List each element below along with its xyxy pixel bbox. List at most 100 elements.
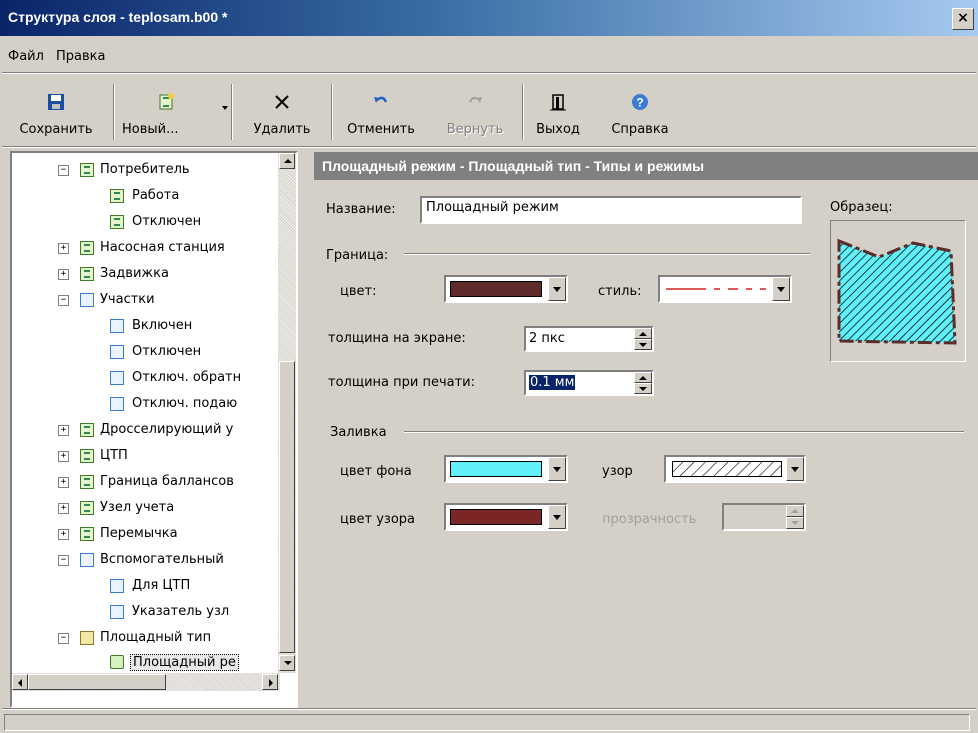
collapse-icon[interactable]: − [58, 555, 69, 566]
tree-item-label: Отключен [132, 344, 202, 359]
redo-arrow-icon [469, 96, 482, 103]
spin-down-icon[interactable] [634, 339, 652, 350]
layer-icon [80, 423, 94, 437]
save-label: Сохранить [19, 122, 93, 137]
toolbar-separator [331, 84, 333, 140]
sample-preview [830, 220, 966, 362]
menu-file[interactable]: Файл [8, 49, 44, 64]
dropdown-arrow-icon[interactable] [772, 277, 790, 301]
status-bar [0, 712, 978, 733]
expand-icon[interactable]: + [58, 425, 69, 436]
scroll-thumb[interactable] [279, 361, 295, 653]
save-button[interactable]: Сохранить [0, 78, 112, 146]
expand-icon[interactable]: + [58, 451, 69, 462]
spin-down-icon[interactable] [786, 517, 804, 529]
menu-divider [2, 72, 976, 74]
delete-button[interactable]: Удалить [234, 78, 330, 146]
expand-icon[interactable]: + [58, 243, 69, 254]
tree-item-label: Отключ. обратн [132, 370, 242, 385]
undo-arrow-icon [374, 96, 388, 103]
expand-icon[interactable]: + [58, 503, 69, 514]
title-bar[interactable]: Структура слоя - teplosam.b00 * × [0, 0, 978, 36]
scroll-left-button[interactable] [12, 674, 28, 690]
svg-text:?: ? [636, 96, 643, 110]
scroll-up-button[interactable] [279, 153, 295, 169]
help-button[interactable]: ? Справка [596, 78, 684, 146]
background-color-label: цвет фона [340, 464, 412, 479]
pattern-dropdown[interactable] [664, 455, 806, 483]
spin-up-icon[interactable] [634, 328, 652, 339]
thickness-print-spinner[interactable]: 0.1 мм [524, 370, 654, 396]
toolbar-separator [522, 84, 524, 140]
new-dropdown-icon[interactable] [222, 106, 228, 110]
layer-icon [80, 163, 94, 177]
dropdown-arrow-icon[interactable] [786, 457, 804, 481]
line-layer-icon [110, 371, 124, 385]
transparency-label: прозрачность [602, 512, 697, 527]
arrow-right-icon [269, 679, 273, 687]
layer-icon [80, 475, 94, 489]
menu-bar: Файл Правка [0, 44, 978, 68]
menu-edit[interactable]: Правка [56, 49, 105, 64]
border-group-label: Граница: [326, 248, 389, 263]
transparency-spinner[interactable] [722, 503, 806, 531]
delete-label: Удалить [253, 122, 311, 137]
border-color-swatch [450, 281, 542, 297]
hatch-pattern-icon [672, 461, 782, 477]
background-color-dropdown[interactable] [444, 455, 568, 483]
new-button[interactable]: Новый... [116, 78, 216, 146]
delete-x-icon [275, 95, 289, 109]
scroll-down-button[interactable] [279, 655, 295, 671]
line-style-preview [666, 288, 766, 290]
dropdown-arrow-icon[interactable] [548, 505, 566, 529]
pattern-color-dropdown[interactable] [444, 503, 568, 531]
dropdown-arrow-icon[interactable] [548, 277, 566, 301]
thickness-print-label: толщина при печати: [328, 375, 476, 390]
line-style-dropdown[interactable] [658, 275, 792, 303]
fill-group-line [404, 431, 964, 433]
tree-item-label: Вспомогательный [100, 552, 224, 567]
layer-icon [80, 449, 94, 463]
collapse-icon[interactable]: − [58, 165, 69, 176]
expand-icon[interactable]: + [58, 529, 69, 540]
tree-vertical-scrollbar[interactable] [278, 153, 296, 673]
collapse-icon[interactable]: − [58, 633, 69, 644]
tree-item-label: Включен [132, 318, 193, 333]
scroll-right-button[interactable] [262, 674, 278, 690]
collapse-icon[interactable]: − [58, 295, 69, 306]
tree-item-label: Площадный ре [130, 654, 239, 671]
toolbar-divider [2, 146, 976, 148]
dropdown-arrow-icon[interactable] [548, 457, 566, 481]
new-item-icon [159, 93, 174, 110]
color-label: цвет: [340, 284, 377, 299]
tree-item-selected[interactable]: Площадный ре [58, 653, 280, 673]
layer-tree[interactable]: − Потребитель Работа Отключен + Насосная с… [10, 151, 298, 708]
line-layer-icon [110, 605, 124, 619]
line-layer-icon [110, 345, 124, 359]
undo-button[interactable]: Отменить [334, 78, 428, 146]
spin-up-icon[interactable] [786, 505, 804, 517]
close-icon[interactable]: × [952, 8, 974, 30]
thickness-print-value: 0.1 мм [529, 375, 576, 390]
tree-item-label: Работа [132, 188, 180, 203]
panel-title: Площадный режим - Площадный тип - Типы и… [322, 158, 705, 174]
thickness-screen-spinner[interactable]: 2 пкс [524, 326, 654, 352]
tree-horizontal-scrollbar[interactable] [12, 673, 280, 691]
expand-icon[interactable]: + [58, 477, 69, 488]
expand-icon[interactable]: + [58, 269, 69, 280]
scroll-thumb-horizontal[interactable] [28, 674, 166, 690]
tree-item-label: Дросселирующий у [100, 422, 234, 437]
tree-item-label: Узел учета [100, 500, 175, 515]
exit-button[interactable]: Выход [526, 78, 590, 146]
spin-up-icon[interactable] [634, 372, 652, 383]
redo-button[interactable]: Вернуть [430, 78, 520, 146]
pattern-color-label: цвет узора [340, 512, 415, 527]
undo-label: Отменить [347, 122, 415, 137]
tree-item-label: Площадный тип [100, 630, 212, 645]
spin-down-icon[interactable] [634, 383, 652, 394]
border-color-dropdown[interactable] [444, 275, 568, 303]
layer-icon [80, 527, 94, 541]
tree-item-label: Для ЦТП [132, 578, 191, 593]
name-input[interactable]: Площадный режим [420, 196, 802, 224]
line-layer-icon [80, 553, 94, 567]
